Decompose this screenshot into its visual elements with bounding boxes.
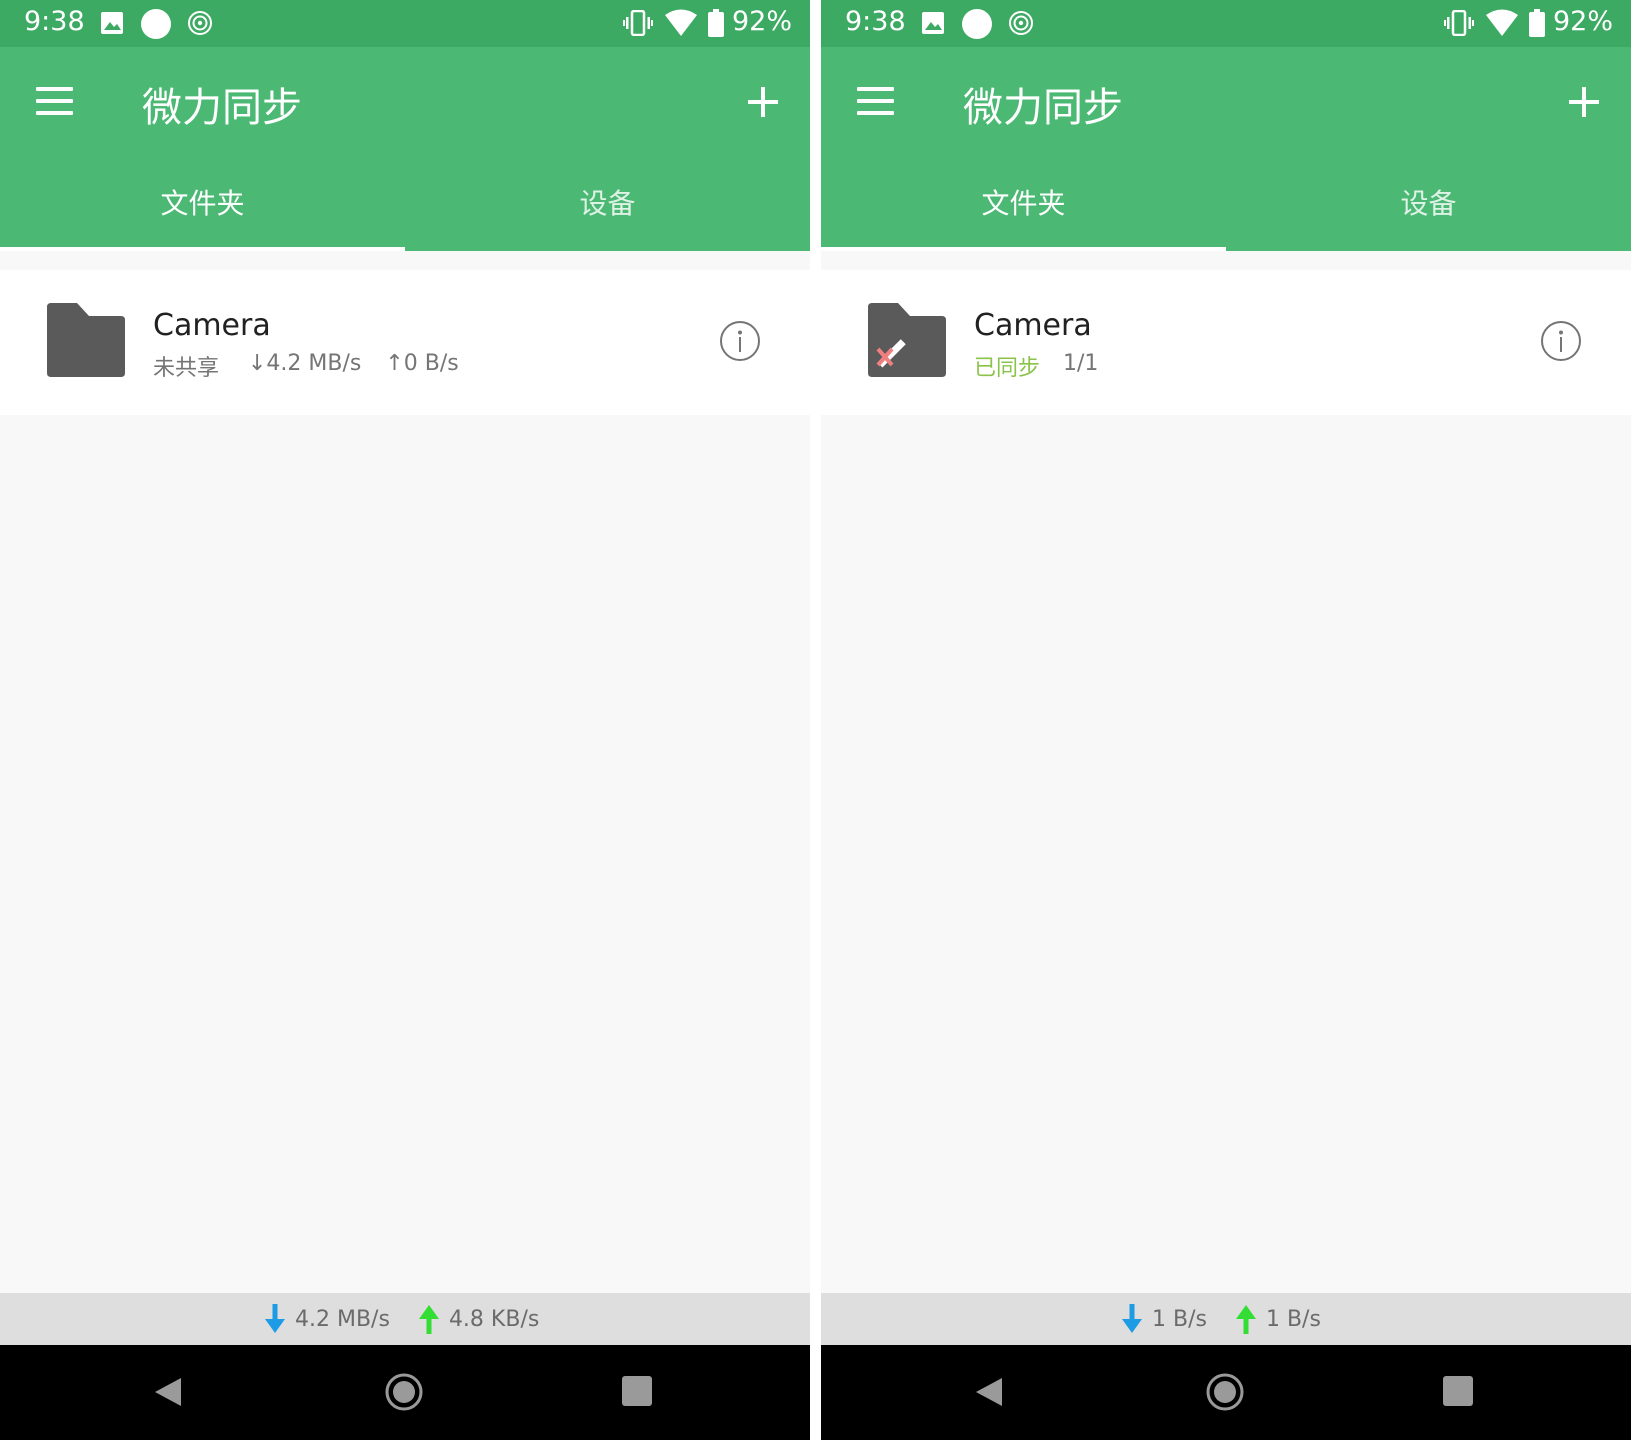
tab-bar: 文件夹 设备 <box>0 157 810 251</box>
folder-status: 未共享 <box>153 356 220 381</box>
status-bar: 9:38 92% <box>821 0 1631 47</box>
tab-folders[interactable]: 文件夹 <box>821 157 1226 251</box>
status-time: 9:38 <box>845 6 906 37</box>
nav-bar <box>0 1345 810 1440</box>
info-icon[interactable] <box>718 319 762 363</box>
home-icon[interactable] <box>1206 1373 1244 1411</box>
tab-devices[interactable]: 设备 <box>1226 157 1631 251</box>
upload-arrow-icon <box>418 1305 439 1334</box>
total-download-rate: 1 B/s <box>1152 1306 1207 1332</box>
recents-icon[interactable] <box>622 1376 652 1406</box>
transfer-status: 1 B/s 1 B/s <box>1121 1293 1321 1345</box>
folder-status: 已同步 <box>974 356 1041 381</box>
app-bar: 微力同步 <box>821 47 1631 157</box>
menu-icon[interactable] <box>847 77 903 127</box>
info-icon[interactable] <box>1539 319 1583 363</box>
screen-left: 9:38 92% 微力同步 文件夹 设备 Camera 未共享 ↓4.2 MB/… <box>0 0 810 1440</box>
download-arrow-icon <box>1122 1304 1142 1333</box>
folder-download-rate: ↓4.2 MB/s <box>248 351 362 376</box>
battery-percent: 92% <box>1553 6 1614 37</box>
image-icon <box>101 12 123 34</box>
circle-icon <box>962 9 992 39</box>
folder-name: Camera <box>153 308 271 343</box>
upload-arrow-icon <box>1235 1305 1256 1334</box>
app-title: 微力同步 <box>963 85 1123 131</box>
battery-icon <box>1529 9 1545 37</box>
tab-folders[interactable]: 文件夹 <box>0 157 405 251</box>
folder-item[interactable]: Camera 已同步 1/1 <box>821 270 1631 415</box>
battery-percent: 92% <box>732 6 793 37</box>
status-bar: 9:38 92% <box>0 0 810 47</box>
plus-icon[interactable] <box>1559 77 1609 127</box>
tab-indicator <box>821 247 1226 251</box>
total-download-rate: 4.2 MB/s <box>295 1306 390 1332</box>
transfer-status-bar: 4.2 MB/s 4.8 KB/s <box>0 1293 810 1345</box>
vibrate-icon <box>623 10 653 36</box>
vibrate-icon <box>1444 10 1474 36</box>
total-upload-rate: 1 B/s <box>1265 1306 1321 1332</box>
image-icon <box>922 12 944 34</box>
transfer-status: 4.2 MB/s 4.8 KB/s <box>264 1293 539 1345</box>
app-title: 微力同步 <box>142 85 302 131</box>
battery-icon <box>708 9 724 37</box>
plus-icon[interactable] <box>738 77 788 127</box>
swirl-icon <box>1009 11 1033 35</box>
status-time: 9:38 <box>24 6 85 37</box>
circle-icon <box>141 9 171 39</box>
menu-icon[interactable] <box>26 77 82 127</box>
folder-edit-icon <box>868 303 946 377</box>
screen-right: 9:38 92% 微力同步 文件夹 设备 Camera 已同步 1/1 1 B/… <box>821 0 1631 1440</box>
wifi-icon <box>665 9 697 36</box>
download-arrow-icon <box>265 1304 285 1333</box>
wifi-icon <box>1486 9 1518 36</box>
total-upload-rate: 4.8 KB/s <box>448 1306 540 1332</box>
tab-devices[interactable]: 设备 <box>405 157 810 251</box>
transfer-status-bar: 1 B/s 1 B/s <box>821 1293 1631 1345</box>
folder-name: Camera <box>974 308 1092 343</box>
back-icon[interactable] <box>152 1376 184 1408</box>
nav-bar <box>821 1345 1631 1440</box>
folder-progress: 1/1 <box>1063 351 1099 376</box>
swirl-icon <box>188 11 212 35</box>
back-icon[interactable] <box>973 1376 1005 1408</box>
home-icon[interactable] <box>385 1373 423 1411</box>
folder-upload-rate: ↑0 B/s <box>385 351 459 376</box>
folder-icon <box>47 303 125 377</box>
folder-item[interactable]: Camera 未共享 ↓4.2 MB/s ↑0 B/s <box>0 270 810 415</box>
recents-icon[interactable] <box>1443 1376 1473 1406</box>
app-bar: 微力同步 <box>0 47 810 157</box>
tab-bar: 文件夹 设备 <box>821 157 1631 251</box>
folder-rates: ↓4.2 MB/s ↑0 B/s <box>248 351 459 376</box>
tab-indicator <box>0 247 405 251</box>
